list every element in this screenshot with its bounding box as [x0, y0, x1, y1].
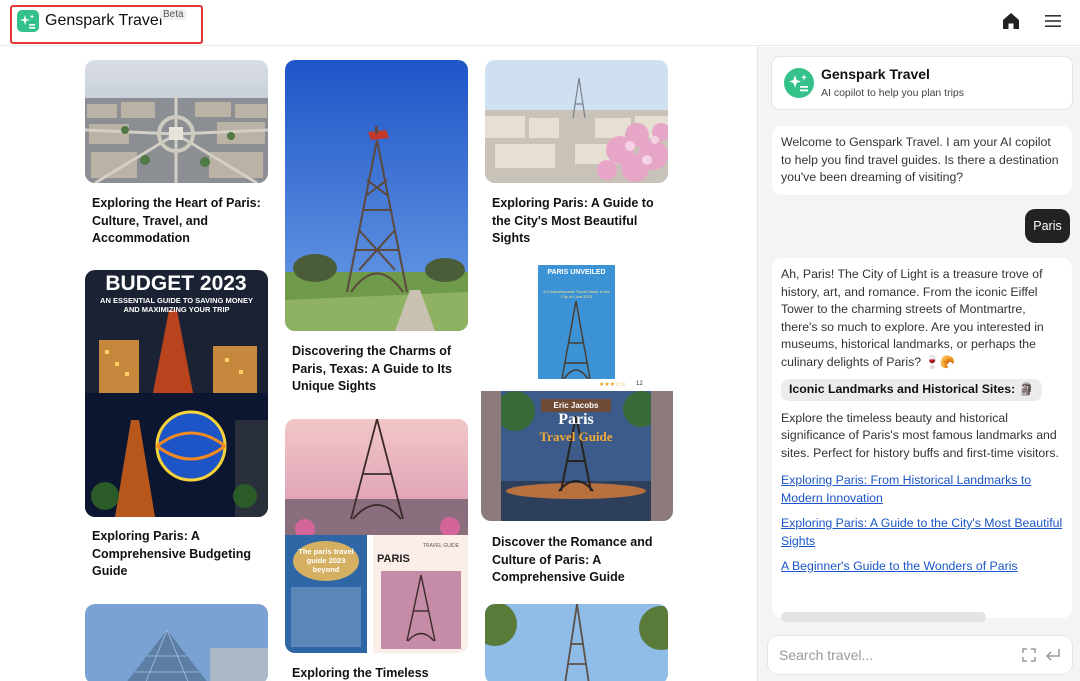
guide-card[interactable]: The paris travel guide 2023 beyond PARIS…: [285, 419, 468, 681]
card-image: [485, 604, 668, 681]
assistant-message: Ah, Paris! The City of Light is a treasu…: [772, 258, 1072, 618]
card-image: The paris travel guide 2023 beyond PARIS…: [285, 419, 468, 653]
book-cover-heading: BUDGET 2023: [105, 272, 246, 295]
chat-header: Genspark Travel AI copilot to help you p…: [772, 57, 1072, 109]
rating-count: 12: [636, 381, 643, 387]
card-title: Exploring the Timeless: [292, 666, 429, 680]
guide-card[interactable]: Exploring Paris: A Guide to the City's M…: [485, 60, 668, 255]
star-rating-icon: ★★★☆☆: [599, 382, 626, 388]
brand-highlight-box[interactable]: Genspark Travel Beta: [10, 5, 203, 44]
guide-card[interactable]: [485, 604, 668, 681]
book-cover-photo: Eric Jacobs Paris Travel Guide: [481, 391, 673, 521]
home-icon[interactable]: [1000, 10, 1022, 32]
book-cover-subtitle: TRAVEL GUIDE: [423, 543, 460, 549]
book-cover-subtitle: AN ESSENTIAL GUIDE TO SAVING MONEY AND M…: [100, 296, 253, 314]
book-cover-title: PARIS: [377, 553, 410, 565]
sparkle-logo-icon: [17, 10, 39, 32]
top-bar: Genspark Travel Beta: [0, 0, 1080, 46]
card-image: [85, 604, 268, 681]
guide-link[interactable]: Exploring Paris: From Historical Landmar…: [781, 472, 1063, 507]
guide-card[interactable]: BUDGET 2023 AN ESSENTIAL GUIDE TO SAVING…: [85, 270, 268, 590]
card-image: [285, 60, 468, 331]
cover-subtitle: Travel Guide: [539, 429, 613, 444]
chat-title: Genspark Travel: [821, 66, 930, 82]
guide-link[interactable]: Exploring Paris: A Guide to the City's M…: [781, 515, 1063, 550]
book-cover: PARIS UNVEILED A Comprehensive Travel Gu…: [538, 265, 615, 379]
guide-card[interactable]: Exploring the Heart of Paris: Culture, T…: [85, 60, 268, 255]
beta-badge: Beta: [160, 9, 187, 20]
book-cover: PARIS TRAVEL GUIDE: [373, 535, 468, 653]
section-heading: Iconic Landmarks and Historical Sites: 🗿: [781, 379, 1042, 401]
chat-panel: Genspark Travel AI copilot to help you p…: [757, 47, 1080, 681]
card-title: Discover the Romance and Culture of Pari…: [492, 535, 653, 584]
chat-subtitle: AI copilot to help you plan trips: [821, 87, 965, 99]
section-description: Explore the timeless beauty and historic…: [781, 410, 1059, 460]
cover-photo: [291, 587, 361, 647]
hamburger-menu-icon[interactable]: [1042, 10, 1064, 32]
assistant-reply-text: Ah, Paris! The City of Light is a treasu…: [781, 267, 1044, 369]
cover-sky: Eric Jacobs Paris Travel Guide: [495, 391, 659, 521]
travel-guide-feed: Exploring the Heart of Paris: Culture, T…: [0, 47, 757, 681]
card-image: [485, 60, 668, 183]
card-image: BUDGET 2023 AN ESSENTIAL GUIDE TO SAVING…: [85, 270, 268, 517]
expand-icon[interactable]: [1021, 647, 1037, 663]
book-cover-subtitle: A Comprehensive Travel Guide to the City…: [543, 289, 610, 299]
cover-title: Paris: [558, 411, 594, 428]
book-thumbnail: PARIS UNVEILED A Comprehensive Travel Gu…: [481, 261, 673, 391]
card-title: Exploring the Heart of Paris: Culture, T…: [92, 196, 261, 245]
search-input[interactable]: [779, 644, 1009, 666]
book-cover: The paris travel guide 2023 beyond: [285, 535, 367, 653]
guide-card[interactable]: [85, 604, 268, 681]
search-box: [768, 636, 1072, 674]
card-title: Exploring Paris: A Guide to the City's M…: [492, 196, 654, 245]
sparkle-logo-icon: [784, 68, 814, 98]
book-cover-title: PARIS UNVEILED: [547, 269, 606, 276]
guide-card[interactable]: PARIS UNVEILED A Comprehensive Travel Gu…: [481, 261, 673, 591]
guide-card[interactable]: Discovering the Charms of Paris, Texas: …: [285, 60, 468, 400]
guide-link[interactable]: A Beginner's Guide to the Wonders of Par…: [781, 558, 1063, 576]
card-title: Exploring Paris: A Comprehensive Budgeti…: [92, 529, 252, 578]
brand-name: Genspark Travel: [45, 12, 163, 29]
user-message: Paris: [1025, 209, 1070, 243]
card-image: [85, 60, 268, 183]
assistant-message: Welcome to Genspark Travel. I am your AI…: [772, 126, 1072, 195]
loading-placeholder: [781, 612, 986, 622]
card-title: Discovering the Charms of Paris, Texas: …: [292, 344, 452, 393]
enter-icon[interactable]: [1044, 647, 1062, 663]
book-cover-title: The paris travel guide 2023 beyond: [293, 541, 359, 581]
